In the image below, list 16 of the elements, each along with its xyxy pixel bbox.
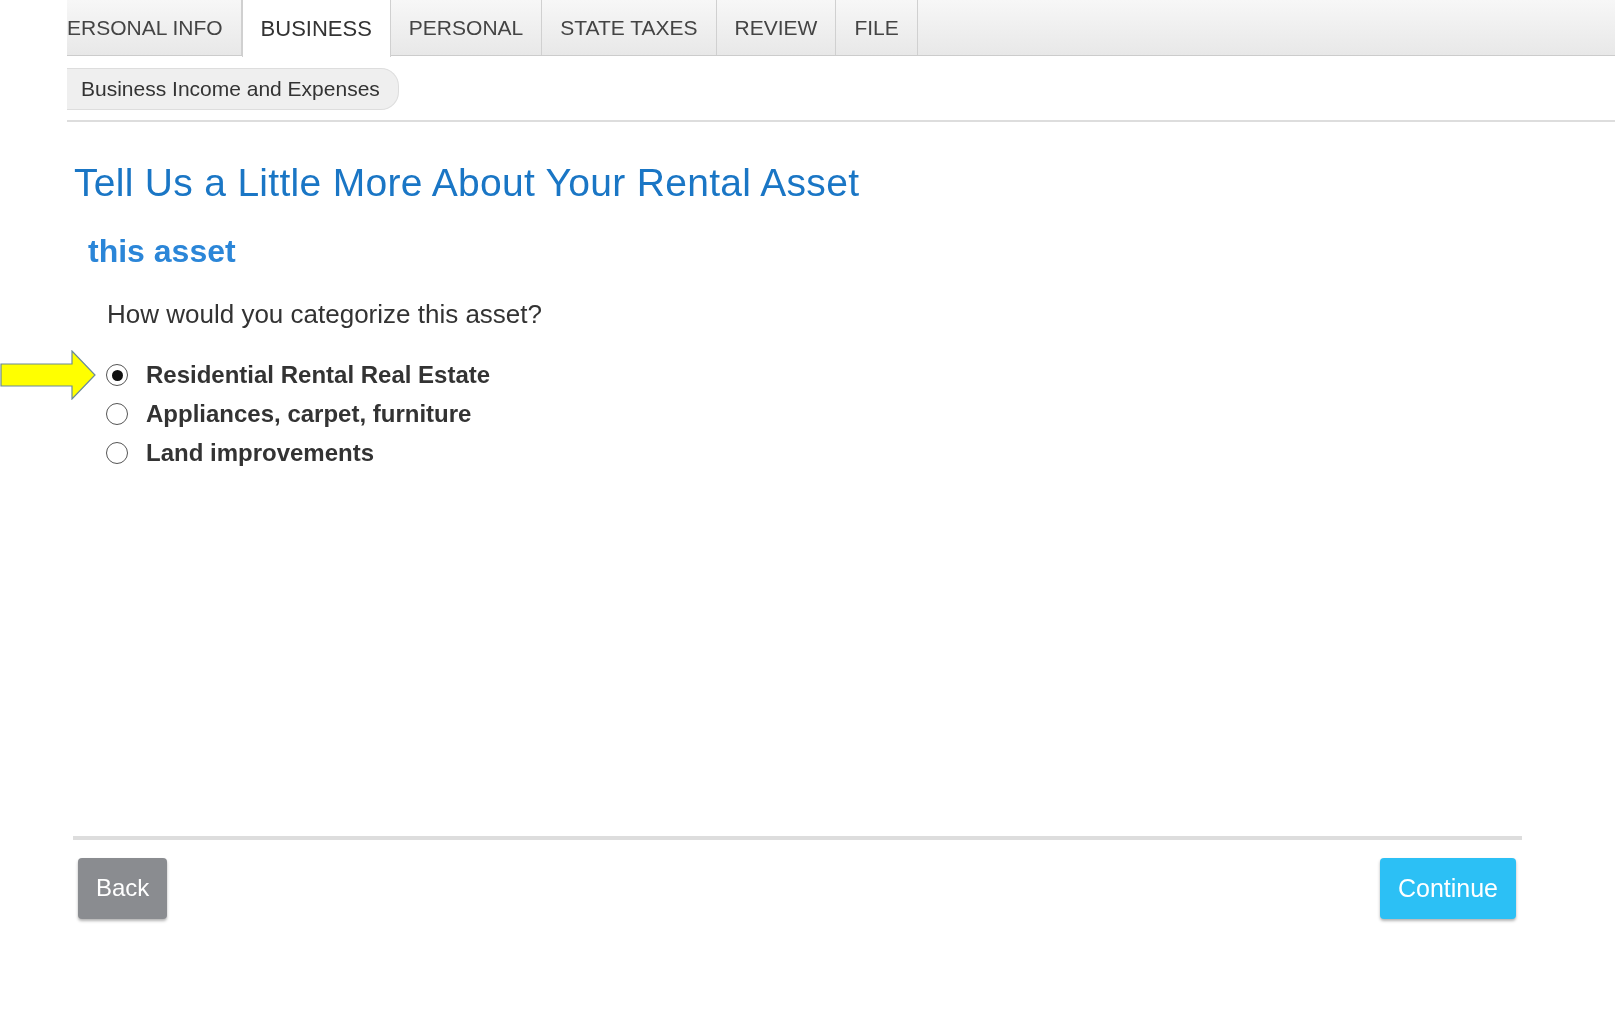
nav-tab[interactable]: PERSONAL [390,0,543,55]
nav-tab[interactable]: REVIEW [716,0,837,55]
section-heading: this asset [88,232,237,271]
radio-button[interactable] [106,442,128,465]
breadcrumb-pill[interactable]: Business Income and Expenses [67,68,399,110]
nav-tab[interactable]: FILE [836,0,918,55]
page-title: Tell Us a Little More About Your Rental Asset [74,159,861,206]
nav-tab[interactable]: BUSINESS [241,0,391,57]
option-label[interactable]: Appliances, carpet, furniture [146,396,472,433]
option-label[interactable]: Residential Rental Real Estate [146,357,491,394]
nav-tab[interactable]: STATE TAXES [542,0,717,55]
radio-button[interactable] [106,364,128,387]
radio-button[interactable] [106,403,128,426]
nav-tab[interactable]: ERSONAL INFO [67,0,242,55]
question-text: How would you categorize this asset? [107,297,543,331]
option-label[interactable]: Land improvements [146,435,375,472]
